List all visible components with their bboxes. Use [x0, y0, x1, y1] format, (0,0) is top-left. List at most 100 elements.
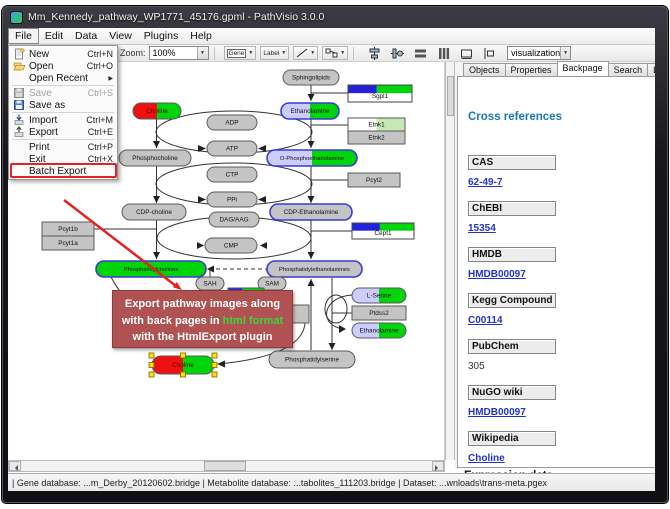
xref-header-cas: CAS: [468, 155, 556, 170]
selection-handle[interactable]: [212, 363, 217, 368]
pathway-node-cdp-choline[interactable]: CDP-choline: [122, 204, 186, 220]
xref-link-cas[interactable]: 62-49-7: [468, 177, 502, 188]
pathway-node-phosphatidylserine[interactable]: Phosphatidylserine: [269, 351, 355, 368]
distribute-vertical-icon[interactable]: [435, 46, 451, 61]
pathway-node-phosphatidylethanolamines[interactable]: Phosphatidylethanolamines: [267, 261, 362, 277]
chevron-down-icon[interactable]: ▼: [310, 50, 315, 56]
chevron-down-icon[interactable]: ▼: [560, 47, 570, 59]
xref-link-kegg-compound[interactable]: C00114: [468, 315, 502, 326]
menu-view[interactable]: View: [103, 28, 138, 44]
scrollbar-thumb[interactable]: [204, 461, 246, 471]
chevron-down-icon[interactable]: ▼: [248, 50, 253, 56]
xref-link-chebi[interactable]: 15354: [468, 223, 496, 234]
pathway-node-sphingolipids[interactable]: Sphingolipids: [283, 70, 339, 85]
distribute-horizontal-icon[interactable]: [412, 46, 428, 61]
svg-text:Phosphatidylcholines: Phosphatidylcholines: [124, 267, 179, 273]
add-gene-button[interactable]: Gene ▼: [224, 46, 257, 60]
pathway-node-sgpl1[interactable]: Sgpl1: [348, 85, 412, 102]
menu-edit[interactable]: Edit: [39, 28, 69, 44]
file-menu-item-import[interactable]: ImportCtrl+M: [9, 114, 117, 126]
file-menu-item-batch-export[interactable]: Batch Export: [9, 165, 117, 177]
chevron-down-icon[interactable]: ▼: [281, 50, 286, 56]
line-tool-button[interactable]: ▼: [293, 46, 318, 60]
pathway-node-pcyt2[interactable]: Pcyt2: [348, 173, 400, 187]
file-menu-item-exit[interactable]: ExitCtrl+X: [9, 153, 117, 165]
menu-icon-spacer: [11, 165, 27, 177]
pathway-node-choline[interactable]: Choline: [133, 103, 181, 119]
selection-handle[interactable]: [149, 353, 154, 358]
pathway-node-dag-aag[interactable]: DAG/AAG: [209, 212, 259, 227]
scroll-left-arrow[interactable]: [9, 461, 21, 471]
file-menu-item-save-as[interactable]: Save as: [9, 99, 117, 111]
selection-handle[interactable]: [212, 372, 217, 377]
open-icon: [11, 60, 27, 72]
chevron-down-icon[interactable]: ▼: [197, 47, 208, 59]
pathway-node-ppi[interactable]: PPi: [207, 192, 257, 207]
scrollbar-thumb[interactable]: [447, 76, 454, 116]
align-middle-icon[interactable]: [389, 46, 405, 61]
xref-link-pubchem: 305: [468, 361, 485, 372]
pathway-node-ethanolamine[interactable]: Ethanolamine: [352, 323, 406, 338]
pathway-node-phosphatidylcholines[interactable]: Phosphatidylcholines: [96, 261, 206, 277]
pathway-node-ethanolamine[interactable]: Ethanolamine: [281, 103, 339, 119]
xref-link-wikipedia[interactable]: Choline: [468, 453, 505, 464]
tab-properties[interactable]: Properties: [505, 63, 558, 76]
svg-text:Pcyt1a: Pcyt1a: [58, 240, 78, 247]
visualization-combobox[interactable]: visualization ▼: [507, 46, 571, 60]
menu-help[interactable]: Help: [184, 28, 218, 44]
file-menu-item-print[interactable]: PrintCtrl+P: [9, 141, 117, 153]
pathway-node-sah[interactable]: SAH: [196, 277, 224, 290]
menu-separator: [12, 139, 114, 140]
selection-handle[interactable]: [149, 363, 154, 368]
tab-objects[interactable]: Objects: [463, 63, 506, 76]
same-height-icon[interactable]: [481, 46, 497, 61]
pathway-node-choline[interactable]: Choline: [149, 353, 217, 377]
scroll-right-arrow[interactable]: [432, 461, 444, 471]
xref-link-nugo-wiki[interactable]: HMDB00097: [468, 407, 526, 418]
pathway-node-etnk1[interactable]: Etnk1: [348, 118, 405, 131]
file-menu-item-open[interactable]: OpenCtrl+O: [9, 60, 117, 72]
file-menu-item-new[interactable]: NewCtrl+N: [9, 48, 117, 60]
pathway-node-o-phosphoethanolamine[interactable]: O-Phosphoethanolamine: [267, 150, 357, 166]
svg-text:Choline: Choline: [172, 362, 194, 369]
pathway-node-ptdss2[interactable]: Ptdss2: [352, 306, 406, 320]
selection-handle[interactable]: [212, 353, 217, 358]
vertical-scrollbar[interactable]: [445, 62, 455, 460]
file-menu-item-export[interactable]: ExportCtrl+E: [9, 126, 117, 138]
horizontal-scrollbar[interactable]: [8, 460, 445, 472]
chevron-down-icon[interactable]: ▼: [340, 50, 345, 56]
pathway-node-cmp[interactable]: CMP: [205, 238, 257, 253]
file-menu-item-save[interactable]: SaveCtrl+S: [9, 87, 117, 99]
xref-link-hmdb[interactable]: HMDB00097: [468, 269, 526, 280]
callout-text: with the HtmlExport plugin: [133, 331, 273, 343]
menu-data[interactable]: Data: [69, 28, 103, 44]
add-label-button[interactable]: Label ▼: [260, 46, 289, 60]
menu-item-shortcut: Ctrl+X: [88, 154, 113, 164]
pathway-node-cdp-ethanolamine[interactable]: CDP-Ethanolamine: [270, 204, 352, 220]
pathway-node-l-serine[interactable]: L-Serine: [352, 288, 406, 303]
pathway-node-ctp[interactable]: CTP: [207, 167, 257, 182]
align-center-icon[interactable]: [366, 46, 382, 61]
selection-handle[interactable]: [181, 353, 186, 358]
pathway-node-phosphocholine[interactable]: Phosphocholine: [119, 150, 191, 166]
file-menu-item-open-recent[interactable]: Open Recent▶: [9, 72, 117, 84]
same-width-icon[interactable]: [458, 46, 474, 61]
selection-handle[interactable]: [149, 372, 154, 377]
pathway-node-pcyt1b[interactable]: Pcyt1b: [42, 222, 94, 236]
cross-references-heading: Cross references: [468, 111, 562, 123]
toolbar-separator: [353, 47, 354, 60]
tab-legend[interactable]: Legend: [647, 63, 655, 76]
pathway-node-cept1[interactable]: Cept1: [352, 223, 414, 239]
tab-backpage[interactable]: Backpage: [557, 61, 609, 76]
svg-text:CTP: CTP: [226, 172, 239, 179]
zoom-combobox[interactable]: 100% ▼: [149, 46, 209, 60]
pathway-node-adp[interactable]: ADP: [207, 115, 257, 130]
pathway-node-pcyt1a[interactable]: Pcyt1a: [42, 236, 94, 250]
menu-file[interactable]: File: [8, 28, 39, 44]
selection-handle[interactable]: [181, 372, 186, 377]
pathway-node-atp[interactable]: ATP: [207, 141, 257, 156]
tab-search[interactable]: Search: [608, 63, 649, 76]
shape-tool-button[interactable]: ▼: [322, 46, 348, 60]
menu-plugins[interactable]: Plugins: [138, 28, 184, 44]
pathway-node-etnk2[interactable]: Etnk2: [348, 131, 405, 144]
